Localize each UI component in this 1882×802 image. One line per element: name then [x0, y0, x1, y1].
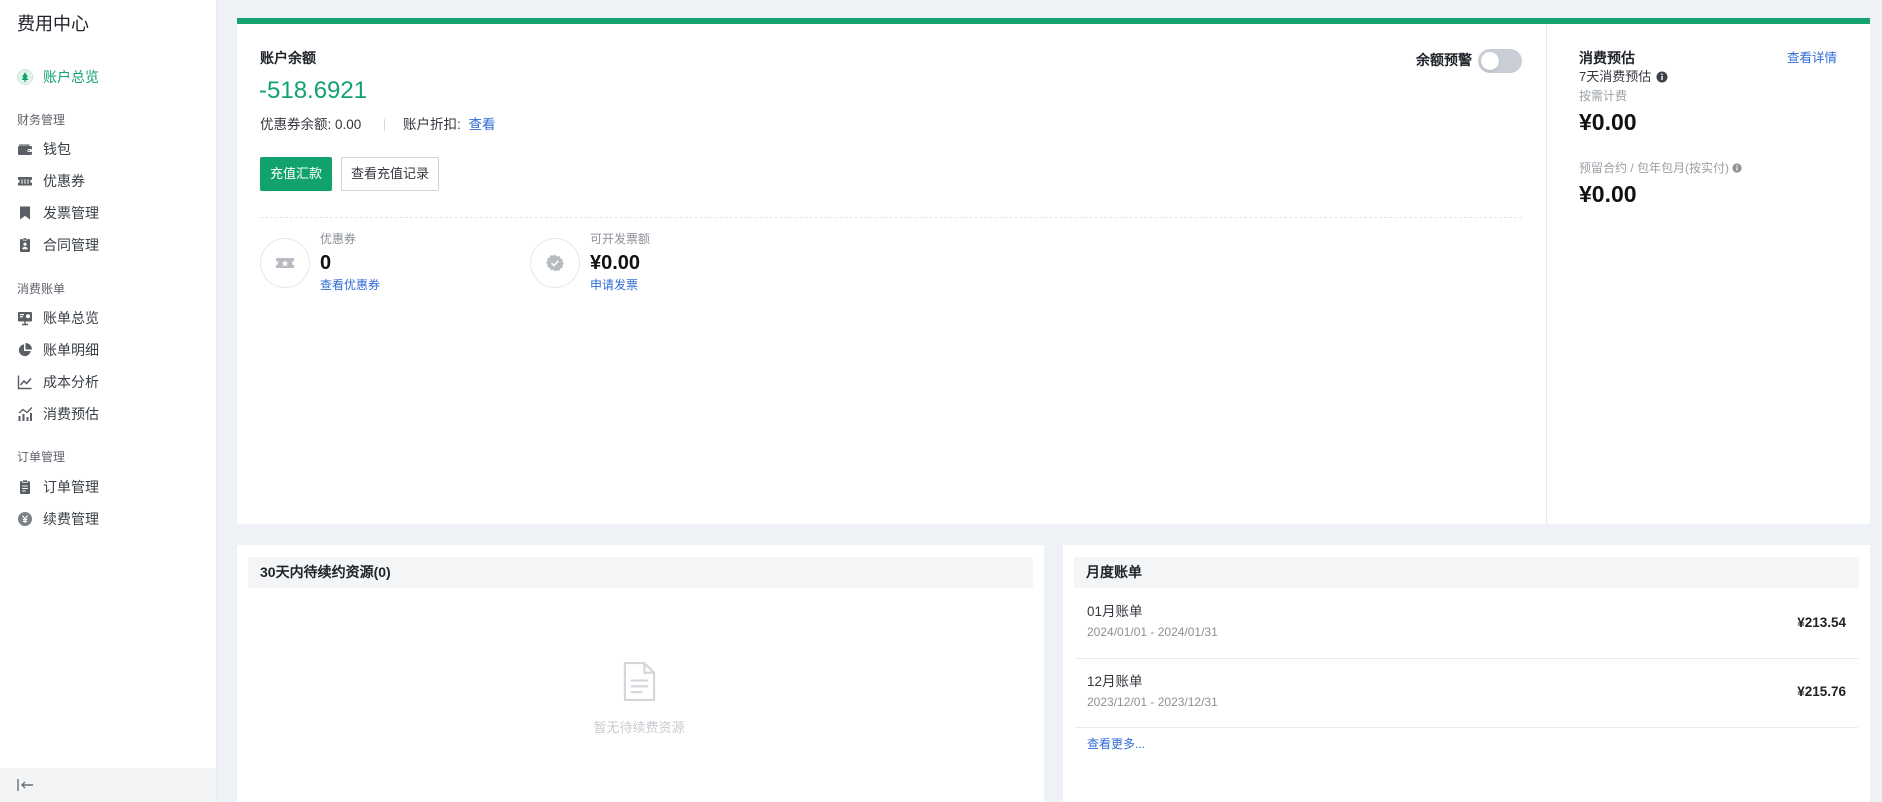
invoiceable-stat-label: 可开发票额	[590, 232, 651, 246]
bill-row-name[interactable]: 12月账单	[1087, 673, 1143, 691]
recharge-history-button[interactable]: 查看充值记录	[341, 157, 439, 191]
contract-icon	[17, 237, 33, 253]
sidebar: 费用中心 账户总览 财务管理 钱包 优惠券 发票管理 合同管理 消费账单 账单总…	[0, 0, 217, 802]
reserved-value: ¥0.00	[1579, 181, 1637, 207]
sidebar-footer	[0, 768, 216, 802]
sidebar-item-cost-analysis[interactable]: 成本分析	[0, 367, 216, 397]
on-demand-label: 按需计费	[1579, 89, 1628, 103]
collapse-icon[interactable]	[16, 777, 36, 793]
sidebar-section-finance: 财务管理	[17, 113, 66, 127]
sidebar-item-bill-details[interactable]: 账单明细	[0, 335, 216, 365]
coupon-stat-value: 0	[320, 252, 332, 274]
bill-row-period: 2023/12/01 - 2023/12/31	[1087, 695, 1218, 709]
sidebar-item-label: 成本分析	[43, 374, 99, 390]
sidebar-item-label: 续费管理	[43, 511, 99, 527]
account-discount-view-link[interactable]: 查看	[469, 117, 496, 132]
recharge-button[interactable]: 充值汇款	[260, 157, 332, 191]
card-header: 月度账单	[1074, 557, 1859, 588]
account-discount: 账户折扣: 查看	[403, 116, 496, 134]
bill-row-amount: ¥215.76	[1797, 684, 1846, 699]
line-chart-icon	[17, 374, 33, 390]
sidebar-section-billing: 消费账单	[17, 282, 66, 296]
reserved-label: 预留合约 / 包年包月(按实付)	[1579, 161, 1729, 175]
wallet-icon	[17, 141, 33, 157]
coupon-stat-label: 优惠券	[320, 232, 357, 246]
card-accent-bar	[237, 18, 1870, 24]
dashed-divider	[260, 217, 1522, 218]
sidebar-item-label: 账单明细	[43, 342, 99, 358]
monthly-bills-card: 月度账单 01月账单 2024/01/01 - 2024/01/31 ¥213.…	[1063, 545, 1870, 802]
sidebar-title: 费用中心	[17, 14, 89, 34]
reserved-label-row: 预留合约 / 包年包月(按实付)	[1579, 160, 1742, 176]
renewal-card-title: 30天内待续约资源(0)	[260, 564, 391, 580]
empty-state-text: 暂无待续费资源	[593, 720, 685, 735]
estimate-subtitle-text: 7天消费预估	[1579, 69, 1652, 84]
sidebar-item-account-overview[interactable]: 账户总览	[0, 62, 216, 92]
pie-chart-icon	[17, 342, 33, 358]
row-divider	[1075, 727, 1858, 728]
sidebar-item-contracts[interactable]: 合同管理	[0, 230, 216, 260]
sidebar-item-bill-overview[interactable]: 账单总览	[0, 303, 216, 333]
renewal-resources-card: 30天内待续约资源(0) 暂无待续费资源	[237, 545, 1044, 802]
balance-alert-label: 余额预警	[1416, 52, 1472, 68]
estimate-subtitle: 7天消费预估	[1579, 69, 1668, 85]
panel-divider	[1546, 24, 1547, 524]
account-summary-card: 账户余额 -518.6921 优惠券余额: 0.00 账户折扣: 查看 充值汇款…	[237, 18, 1870, 524]
sidebar-item-label: 钱包	[43, 141, 71, 157]
divider	[384, 119, 385, 131]
bookmark-icon	[17, 205, 33, 221]
sidebar-item-renewals[interactable]: 续费管理	[0, 504, 216, 534]
bill-row-name[interactable]: 01月账单	[1087, 603, 1143, 621]
monthly-bills-title: 月度账单	[1086, 564, 1142, 580]
sidebar-item-orders[interactable]: 订单管理	[0, 472, 216, 502]
view-more-link[interactable]: 查看更多...	[1087, 736, 1145, 752]
coupon-balance: 优惠券余额: 0.00	[260, 117, 362, 132]
account-balance-title: 账户余额	[260, 50, 316, 66]
sidebar-item-label: 消费预估	[43, 406, 99, 422]
sidebar-item-label: 发票管理	[43, 205, 99, 221]
document-icon	[622, 661, 657, 702]
ticket-icon	[260, 238, 310, 288]
yen-circle-icon	[17, 511, 33, 527]
sidebar-item-label: 账单总览	[43, 310, 99, 326]
verified-badge-icon	[530, 238, 580, 288]
sidebar-item-label: 合同管理	[43, 237, 99, 253]
estimate-title: 消费预估	[1579, 50, 1635, 66]
bill-row-amount: ¥213.54	[1797, 615, 1846, 630]
sidebar-section-orders: 订单管理	[17, 450, 66, 464]
toggle-knob	[1481, 52, 1499, 70]
sidebar-item-wallet[interactable]: 钱包	[0, 134, 216, 164]
info-icon[interactable]	[1732, 163, 1742, 173]
balance-alert-toggle[interactable]	[1478, 49, 1522, 73]
invoiceable-stat-value: ¥0.00	[590, 252, 641, 274]
on-demand-value: ¥0.00	[1579, 109, 1637, 135]
account-discount-label: 账户折扣:	[403, 117, 461, 132]
estimate-detail-link[interactable]: 查看详情	[1787, 50, 1837, 66]
bill-row-period: 2024/01/01 - 2024/01/31	[1087, 625, 1218, 639]
sidebar-item-cost-forecast[interactable]: 消费预估	[0, 399, 216, 429]
sidebar-item-label: 订单管理	[43, 479, 99, 495]
tree-icon	[17, 69, 33, 85]
sidebar-item-label: 优惠券	[43, 173, 85, 189]
coupon-icon	[17, 173, 33, 189]
bar-chart-icon	[17, 406, 33, 422]
info-icon[interactable]	[1656, 71, 1668, 83]
sidebar-item-coupons[interactable]: 优惠券	[0, 166, 216, 196]
row-divider	[1075, 658, 1858, 659]
account-balance-value: -518.6921	[259, 77, 368, 104]
clipboard-icon	[17, 479, 33, 495]
apply-invoice-link[interactable]: 申请发票	[590, 277, 638, 293]
view-coupons-link[interactable]: 查看优惠券	[320, 277, 380, 293]
sidebar-item-label: 账户总览	[43, 69, 99, 85]
presentation-icon	[17, 310, 33, 326]
card-header: 30天内待续约资源(0)	[248, 557, 1033, 588]
sidebar-item-invoices[interactable]: 发票管理	[0, 198, 216, 228]
